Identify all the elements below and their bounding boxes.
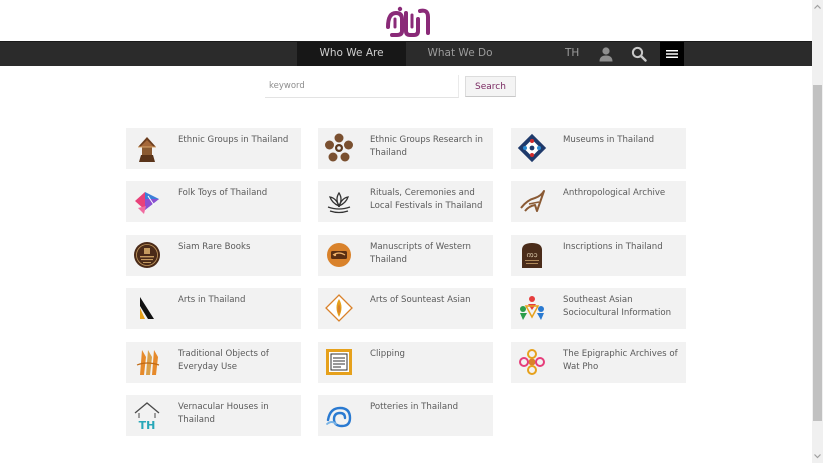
category-label: Inscriptions in Thailand (563, 242, 663, 252)
category-label: The Epigraphic Archives of Wat Pho (563, 349, 678, 372)
category-card[interactable]: Manuscripts of Western Thailand (318, 235, 493, 276)
ethnic-headdress-icon (138, 137, 156, 162)
rare-books-badge-icon (134, 242, 160, 268)
category-card[interactable]: Southeast Asian Sociocultural Informatio… (511, 288, 686, 329)
category-label: Southeast Asian Sociocultural Informatio… (563, 295, 672, 318)
search-icon[interactable] (631, 46, 647, 62)
scroll-down-arrow-icon[interactable] (812, 449, 823, 463)
category-label: Rituals, Ceremonies and Local Festivals … (370, 188, 483, 211)
svg-text:TH: TH (139, 419, 156, 430)
category-card[interactable]: Ethnic Groups in Thailand (126, 128, 301, 169)
category-card[interactable]: Ethnic Groups Research in Thailand (318, 128, 493, 169)
ethnic-research-icon (325, 133, 353, 162)
category-label: Potteries in Thailand (370, 402, 459, 412)
category-label: Folk Toys of Thailand (178, 188, 268, 198)
category-label: Museums in Thailand (563, 135, 655, 145)
category-card[interactable]: Anthropological Archive (511, 181, 686, 222)
category-card[interactable]: ᨠᩣ Inscriptions in Thailand (511, 235, 686, 276)
category-label: Siam Rare Books (178, 242, 251, 252)
category-card[interactable]: Rituals, Ceremonies and Local Festivals … (318, 181, 493, 222)
keyword-input[interactable] (265, 75, 459, 98)
category-label: Vernacular Houses in Thailand (178, 402, 269, 425)
category-card[interactable]: TH Vernacular Houses in Thailand (126, 395, 301, 436)
page-scrollbar[interactable] (812, 0, 823, 463)
nav-tab-what-we-do[interactable]: What We Do (406, 42, 514, 66)
vernacular-house-icon: TH (134, 402, 160, 430)
nav-tab-who-we-are[interactable]: Who We Are (297, 42, 406, 66)
traditional-objects-icon (136, 350, 160, 375)
category-label: Ethnic Groups Research in Thailand (370, 135, 483, 158)
category-label: Traditional Objects of Everyday Use (178, 349, 269, 372)
people-circle-icon (520, 296, 544, 320)
scrollbar-thumb[interactable] (813, 85, 822, 421)
category-card[interactable]: Arts of Sounteast Asian (318, 288, 493, 329)
scroll-up-arrow-icon[interactable] (812, 0, 823, 14)
museum-mosaic-icon (517, 133, 547, 163)
search-button[interactable]: Search (465, 76, 516, 97)
category-label: Arts of Sounteast Asian (370, 295, 471, 305)
arts-icon (140, 297, 154, 319)
lotus-ritual-icon (327, 191, 351, 214)
anthropology-archive-icon (520, 190, 545, 212)
main-navbar: Who We Are What We Do TH (0, 41, 812, 66)
hamburger-menu-button[interactable] (660, 42, 684, 66)
category-card[interactable]: Museums in Thailand (511, 128, 686, 169)
category-card[interactable]: Arts in Thailand (126, 288, 301, 329)
svg-text:ᨠᩣ: ᨠᩣ (526, 251, 537, 259)
category-card[interactable]: Siam Rare Books (126, 235, 301, 276)
inscription-stone-icon: ᨠᩣ (522, 243, 542, 268)
category-card[interactable]: The Epigraphic Archives of Wat Pho (511, 342, 686, 383)
category-label: Anthropological Archive (563, 188, 666, 198)
category-card[interactable]: Clipping (318, 342, 493, 383)
pottery-wave-icon (326, 406, 352, 428)
category-card[interactable]: Potteries in Thailand (318, 395, 493, 436)
category-card[interactable]: Traditional Objects of Everyday Use (126, 342, 301, 383)
southeast-arts-diamond-icon (325, 294, 353, 322)
manuscript-icon (327, 243, 351, 267)
folk-toy-fish-icon (135, 192, 159, 214)
category-label: Arts in Thailand (178, 295, 246, 305)
user-icon[interactable] (598, 46, 614, 62)
category-label: Clipping (370, 349, 405, 359)
language-switch[interactable]: TH (565, 42, 579, 65)
epigraphic-flower-icon (519, 349, 545, 375)
hamburger-icon (666, 50, 678, 58)
site-logo[interactable] (384, 5, 432, 37)
category-card[interactable]: Folk Toys of Thailand (126, 181, 301, 222)
clipping-icon (326, 349, 352, 375)
category-label: Ethnic Groups in Thailand (178, 135, 289, 145)
category-label: Manuscripts of Western Thailand (370, 242, 471, 265)
